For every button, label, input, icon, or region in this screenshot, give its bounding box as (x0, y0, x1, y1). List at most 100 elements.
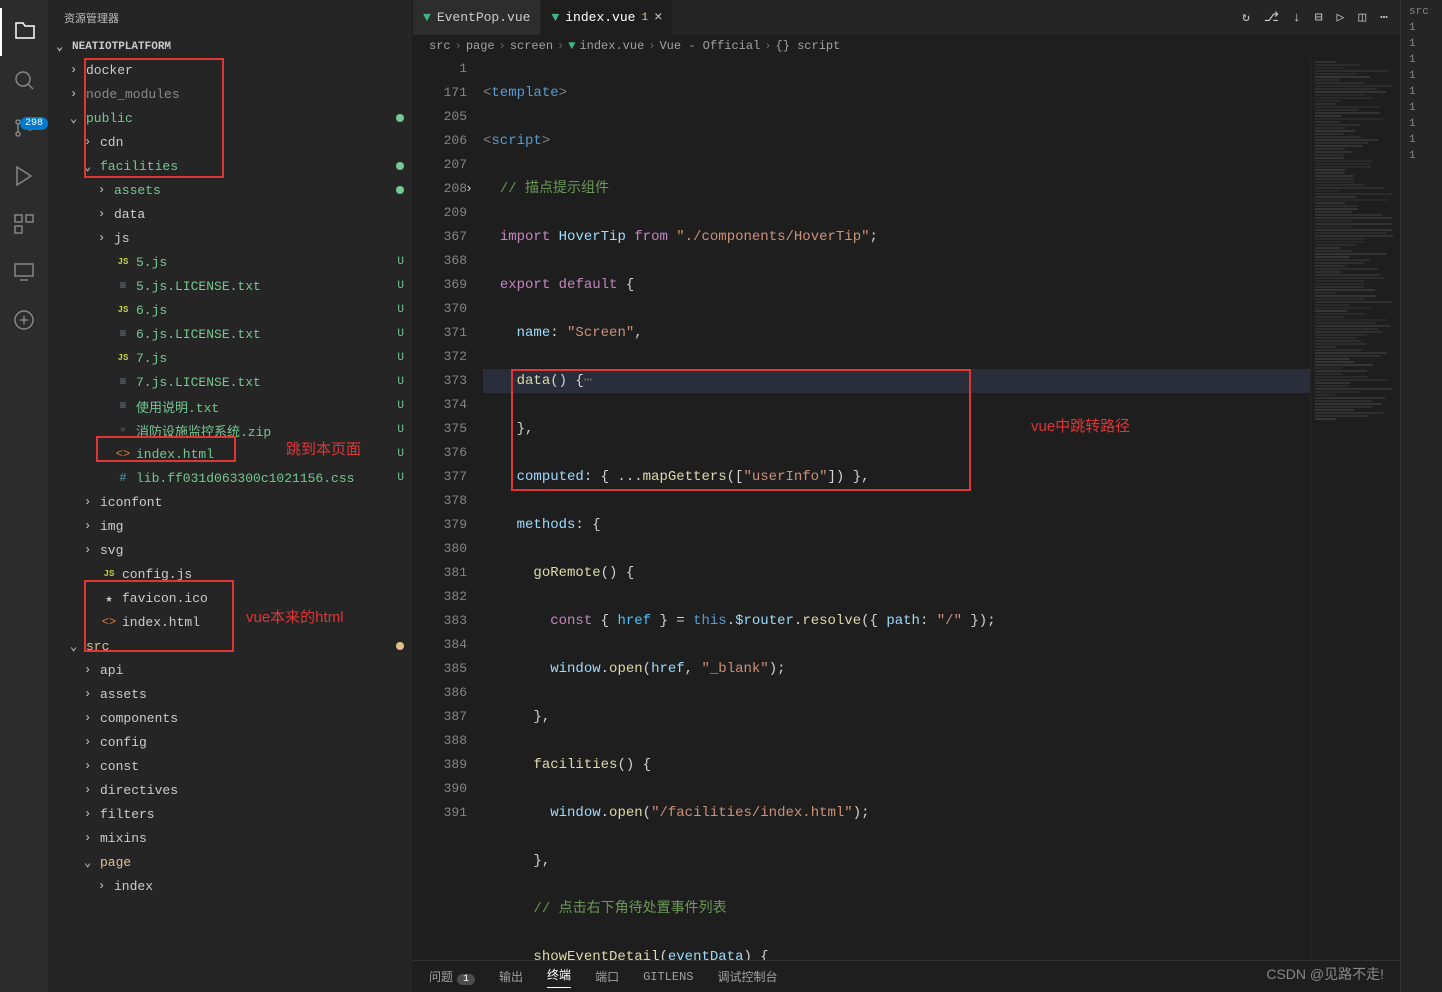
database-icon[interactable] (0, 296, 48, 344)
file-icon: ▫ (114, 423, 132, 437)
terminal-tab[interactable]: 终端 (547, 966, 571, 988)
tree-item[interactable]: ›assets (48, 682, 412, 706)
tree-item[interactable]: ›directives (48, 778, 412, 802)
tree-item[interactable]: ›components (48, 706, 412, 730)
tree-item[interactable]: ≡7.js.LICENSE.txtU (48, 370, 412, 394)
tree-item[interactable]: ›js (48, 226, 412, 250)
tree-item[interactable]: ≡使用说明.txtU (48, 394, 412, 418)
right-strip-item[interactable]: 1 (1405, 84, 1438, 100)
line-number: 369 (413, 273, 467, 297)
chevron-right-icon: › (70, 87, 86, 101)
tree-item[interactable]: ›index (48, 874, 412, 898)
right-strip-item[interactable]: 1 (1405, 132, 1438, 148)
problems-tab[interactable]: 问题1 (429, 968, 475, 985)
line-number: 376 (413, 441, 467, 465)
crumb[interactable]: Vue - Official (659, 39, 760, 53)
scm-badge: 298 (20, 117, 48, 130)
tree-item[interactable]: JS7.jsU (48, 346, 412, 370)
minimap[interactable] (1310, 57, 1400, 960)
ports-tab[interactable]: 端口 (595, 968, 619, 985)
right-strip-item[interactable]: 1 (1405, 116, 1438, 132)
tree-item[interactable]: ›assets (48, 178, 412, 202)
breadcrumb[interactable]: src› page› screen› ▼ index.vue› Vue - Of… (413, 35, 1400, 57)
git-status: U (397, 352, 404, 364)
tree-item[interactable]: ›iconfont (48, 490, 412, 514)
tree-item[interactable]: ›docker (48, 58, 412, 82)
tree-label: 6.js (136, 303, 397, 318)
right-strip-item[interactable]: 1 (1405, 20, 1438, 36)
line-number: 387 (413, 705, 467, 729)
crumb[interactable]: screen (510, 39, 553, 53)
git-status-dot (396, 114, 404, 122)
tree-item[interactable]: ≡6.js.LICENSE.txtU (48, 322, 412, 346)
arrow-icon[interactable]: ↓ (1293, 10, 1301, 25)
file-icon: JS (114, 257, 132, 267)
right-strip-item[interactable]: 1 (1405, 52, 1438, 68)
tree-item[interactable]: ›svg (48, 538, 412, 562)
right-strip-item[interactable]: 1 (1405, 148, 1438, 164)
right-strip-item[interactable]: 1 (1405, 68, 1438, 84)
tree-item[interactable]: ›img (48, 514, 412, 538)
tree-item[interactable]: <>index.html (48, 610, 412, 634)
source-control-icon[interactable]: 298 (0, 104, 48, 152)
line-number: 371 (413, 321, 467, 345)
tree-item[interactable]: ≡5.js.LICENSE.txtU (48, 274, 412, 298)
git-status: U (397, 472, 404, 484)
tree-item[interactable]: JSconfig.js (48, 562, 412, 586)
tree-item[interactable]: ›api (48, 658, 412, 682)
line-number: 384 (413, 633, 467, 657)
extensions-icon[interactable] (0, 200, 48, 248)
tree-item[interactable]: ★favicon.ico (48, 586, 412, 610)
compare-icon[interactable]: ⊟ (1315, 10, 1323, 25)
tree-item[interactable]: ⌄facilities (48, 154, 412, 178)
line-number: 380 (413, 537, 467, 561)
tree-label: directives (100, 783, 404, 798)
tab-index[interactable]: ▼ index.vue 1 × (541, 0, 673, 35)
output-tab[interactable]: 输出 (499, 968, 523, 985)
tree-item[interactable]: ›config (48, 730, 412, 754)
search-icon[interactable] (0, 56, 48, 104)
history-icon[interactable]: ↻ (1242, 10, 1250, 25)
crumb[interactable]: page (466, 39, 495, 53)
tree-item[interactable]: ⌄page (48, 850, 412, 874)
crumb[interactable]: src (429, 39, 451, 53)
right-strip-item[interactable]: 1 (1405, 36, 1438, 52)
tree-item[interactable]: ›const (48, 754, 412, 778)
split-icon[interactable]: ◫ (1358, 10, 1366, 25)
crumb[interactable]: index.vue (579, 39, 644, 53)
project-header[interactable]: ⌄ NEATIOTPLATFORM (48, 35, 412, 58)
gitlens-tab[interactable]: GITLENS (643, 970, 693, 984)
run-icon[interactable]: ▷ (1337, 10, 1345, 25)
line-number: 372 (413, 345, 467, 369)
tab-eventpop[interactable]: ▼ EventPop.vue (413, 0, 541, 35)
tree-item[interactable]: #lib.ff031d063300c1021156.cssU (48, 466, 412, 490)
terminal-panel: 问题1 输出 终端 端口 GITLENS 调试控制台 (413, 960, 1400, 992)
tree-item[interactable]: JS5.jsU (48, 250, 412, 274)
close-icon[interactable]: × (654, 10, 662, 26)
code-content[interactable]: <<template>template> <script> // 描点提示组件 … (483, 57, 1310, 960)
debug-icon[interactable] (0, 152, 48, 200)
git-status: U (397, 280, 404, 292)
line-number: 389 (413, 753, 467, 777)
right-strip-item[interactable]: src (1405, 4, 1438, 20)
crumb[interactable]: {} script (776, 39, 841, 53)
debug-tab[interactable]: 调试控制台 (718, 968, 778, 985)
tree-item[interactable]: ›cdn (48, 130, 412, 154)
explorer-icon[interactable] (0, 8, 48, 56)
tree-label: img (100, 519, 404, 534)
tree-item[interactable]: ⌄src (48, 634, 412, 658)
tree-item[interactable]: JS6.jsU (48, 298, 412, 322)
tree-item[interactable]: ›data (48, 202, 412, 226)
chevron-right-icon: › (98, 231, 114, 245)
tree-item[interactable]: ›filters (48, 802, 412, 826)
more-icon[interactable]: ⋯ (1380, 10, 1388, 25)
git-icon[interactable]: ⎇ (1264, 10, 1279, 25)
right-strip-item[interactable]: 1 (1405, 100, 1438, 116)
tree-item[interactable]: ›mixins (48, 826, 412, 850)
tree-item[interactable]: ⌄public (48, 106, 412, 130)
remote-icon[interactable] (0, 248, 48, 296)
chevron-down-icon: ⌄ (70, 111, 86, 126)
tree-item[interactable]: ›node_modules (48, 82, 412, 106)
line-number: 390 (413, 777, 467, 801)
project-name: NEATIOTPLATFORM (72, 41, 171, 53)
